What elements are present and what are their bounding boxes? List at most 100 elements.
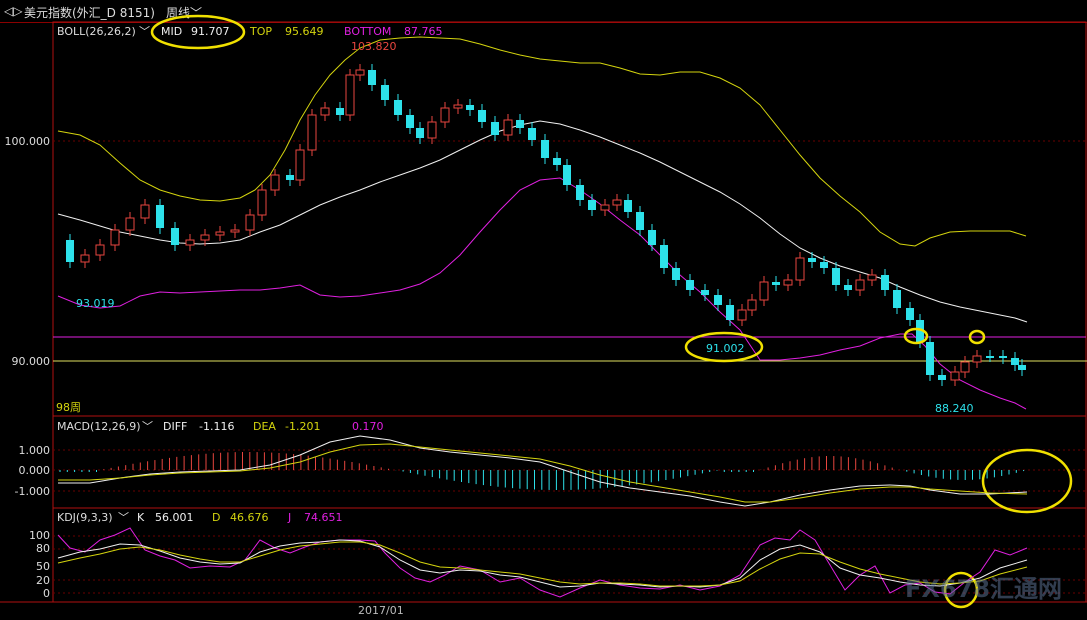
- candle[interactable]: [355, 69, 365, 76]
- candle[interactable]: [553, 158, 561, 165]
- candle[interactable]: [624, 200, 632, 212]
- y-tick-90: 90.000: [12, 355, 51, 368]
- candle[interactable]: [726, 305, 734, 320]
- candle[interactable]: [440, 107, 450, 123]
- macd-value: 0.170: [352, 420, 384, 433]
- candle[interactable]: [926, 342, 934, 375]
- candle[interactable]: [906, 308, 914, 320]
- candle[interactable]: [257, 189, 267, 216]
- candle[interactable]: [844, 285, 852, 290]
- candle[interactable]: [503, 119, 513, 136]
- candle[interactable]: [245, 214, 255, 231]
- candle[interactable]: [345, 74, 355, 116]
- candle[interactable]: [795, 257, 805, 281]
- candle[interactable]: [185, 239, 195, 246]
- candle[interactable]: [999, 356, 1007, 358]
- candle[interactable]: [478, 110, 486, 122]
- candle[interactable]: [1011, 358, 1019, 365]
- candle[interactable]: [576, 185, 584, 200]
- candle[interactable]: [320, 107, 330, 116]
- macd-diff-value: -1.116: [199, 420, 234, 433]
- macd-y-tick-0: 0.000: [19, 464, 51, 477]
- candle[interactable]: [110, 229, 120, 246]
- kdj-d-label: D: [212, 511, 220, 524]
- candle[interactable]: [636, 212, 644, 230]
- candle[interactable]: [660, 245, 668, 268]
- boll-chevron-down-icon[interactable]: ﹀: [139, 25, 150, 38]
- candle[interactable]: [855, 279, 865, 291]
- candle[interactable]: [406, 115, 414, 128]
- candle[interactable]: [125, 217, 135, 231]
- macd-chevron-down-icon[interactable]: ﹀: [142, 420, 153, 433]
- candle[interactable]: [747, 299, 757, 311]
- macd-dea-label: DEA: [253, 420, 276, 433]
- boll-top-label: TOP: [249, 25, 272, 38]
- boll-mid-value: 91.707: [191, 25, 230, 38]
- macd-indicator-label[interactable]: MACD(12,26,9): [57, 420, 141, 433]
- candle[interactable]: [541, 140, 549, 158]
- candle[interactable]: [215, 231, 225, 236]
- candle[interactable]: [491, 122, 499, 135]
- candle[interactable]: [307, 114, 317, 151]
- candle[interactable]: [832, 268, 840, 285]
- candle[interactable]: [156, 205, 164, 228]
- candle[interactable]: [286, 175, 294, 180]
- candle[interactable]: [563, 165, 571, 185]
- candle[interactable]: [759, 281, 769, 301]
- candle[interactable]: [648, 230, 656, 245]
- candle[interactable]: [808, 258, 816, 262]
- kdj-y-tick-50: 50: [36, 560, 50, 573]
- candle[interactable]: [381, 85, 389, 100]
- candle[interactable]: [588, 200, 596, 210]
- candle[interactable]: [453, 104, 463, 109]
- candle[interactable]: [881, 275, 889, 290]
- candle[interactable]: [950, 371, 960, 381]
- candle[interactable]: [737, 309, 747, 321]
- kdj-j-value: 74.651: [304, 511, 343, 524]
- candle[interactable]: [368, 70, 376, 85]
- candle[interactable]: [516, 120, 524, 128]
- candle[interactable]: [772, 282, 780, 285]
- candle[interactable]: [466, 105, 474, 110]
- candle[interactable]: [66, 240, 74, 262]
- candle[interactable]: [80, 254, 90, 263]
- candle[interactable]: [714, 295, 722, 305]
- candle[interactable]: [938, 375, 946, 380]
- candle[interactable]: [783, 279, 793, 286]
- candle[interactable]: [427, 121, 437, 139]
- candle[interactable]: [171, 228, 179, 245]
- candle[interactable]: [394, 100, 402, 115]
- kdj-indicator-label[interactable]: KDJ(9,3,3): [57, 511, 113, 524]
- candle[interactable]: [528, 128, 536, 140]
- candle[interactable]: [972, 355, 982, 363]
- candle[interactable]: [600, 204, 610, 211]
- candle[interactable]: [95, 244, 105, 256]
- macd-diff-line: [58, 435, 1028, 507]
- candle[interactable]: [960, 361, 970, 373]
- candle[interactable]: [893, 290, 901, 308]
- candle[interactable]: [612, 199, 622, 206]
- candle[interactable]: [820, 262, 828, 268]
- candle[interactable]: [336, 108, 344, 115]
- candle[interactable]: [270, 174, 280, 191]
- candle[interactable]: [200, 234, 210, 241]
- macd-diff-label: DIFF: [163, 420, 187, 433]
- candle[interactable]: [986, 356, 994, 358]
- macd-y-tick-neg1: -1.000: [15, 485, 50, 498]
- candle[interactable]: [672, 268, 680, 280]
- candlestick-chart[interactable]: 100.000 90.000 1.000 0.000 -1.000 100 80…: [0, 0, 1087, 620]
- candle[interactable]: [416, 128, 424, 138]
- candle[interactable]: [230, 229, 240, 233]
- low-recent-annotation: 88.240: [935, 402, 974, 415]
- candle[interactable]: [867, 274, 877, 281]
- kdj-d-value: 46.676: [230, 511, 269, 524]
- kdj-y-tick-0: 0: [43, 587, 50, 600]
- macd-dea-line: [58, 443, 1028, 503]
- candle[interactable]: [140, 204, 150, 219]
- candle[interactable]: [701, 290, 709, 295]
- candle[interactable]: [686, 280, 694, 290]
- candle[interactable]: [1018, 365, 1026, 370]
- boll-indicator-label[interactable]: BOLL(26,26,2): [57, 25, 136, 38]
- kdj-chevron-down-icon[interactable]: ﹀: [118, 511, 129, 524]
- candle[interactable]: [295, 149, 305, 181]
